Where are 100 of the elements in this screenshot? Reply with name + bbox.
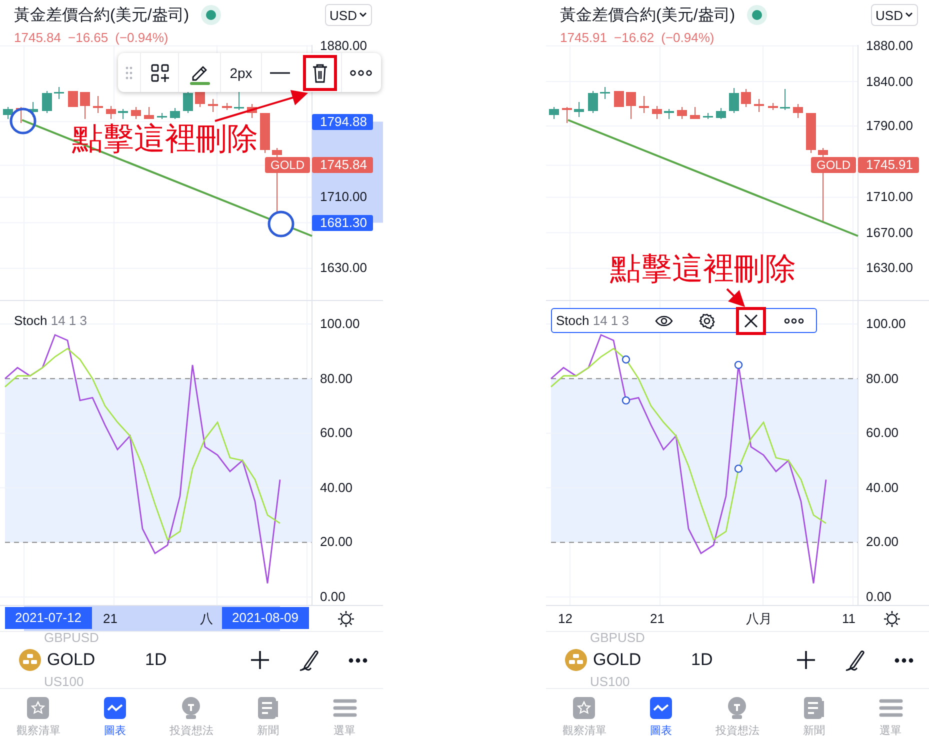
pen-icon[interactable]: [844, 648, 866, 672]
candlestick: [716, 108, 726, 120]
price-change-percent: (−0.94%): [661, 30, 714, 45]
nav-tab[interactable]: 圖表: [76, 689, 154, 740]
annotation-arrow: [726, 288, 745, 307]
price-label: 1681.30: [312, 214, 373, 231]
symbol-name[interactable]: GOLD: [47, 650, 145, 670]
axis-label: 20.00: [865, 534, 900, 550]
axis-label: 60.00: [865, 425, 900, 442]
nav-tab[interactable]: 觀察清單: [0, 689, 77, 740]
eye-icon: [655, 314, 674, 326]
candlestick: [677, 106, 687, 120]
candlestick: [793, 104, 803, 118]
indicator-name: Stoch 14 1 3: [14, 313, 88, 328]
nav-tab[interactable]: 選單: [306, 689, 383, 740]
sun-icon[interactable]: [883, 610, 901, 628]
interval-button[interactable]: 1D: [145, 650, 167, 670]
interval-button[interactable]: 1D: [691, 650, 713, 670]
price-change: −16.62: [614, 30, 654, 45]
indicator-name: Stoch 14 1 3: [555, 313, 630, 328]
candlestick: [260, 112, 270, 154]
candlestick: [118, 108, 128, 120]
line-handle[interactable]: [734, 464, 743, 473]
line-handle[interactable]: [622, 396, 630, 405]
caret-icon: [905, 12, 913, 18]
candlestick: [626, 92, 636, 120]
trend-line[interactable]: [10, 108, 312, 238]
nav-tab[interactable]: 觀察清單: [546, 689, 623, 740]
trend-line[interactable]: [568, 119, 858, 237]
axis-label: 40.00: [865, 480, 900, 496]
currency-dropdown[interactable]: USD: [324, 4, 372, 26]
candlestick: [222, 102, 232, 110]
more-icon[interactable]: [348, 658, 368, 663]
candlestick: [780, 88, 790, 110]
more-icon: [350, 70, 372, 76]
candlestick: [600, 86, 610, 100]
more-icon[interactable]: [894, 658, 914, 663]
axis-label: 40.00: [319, 480, 354, 496]
candlestick: [729, 88, 739, 114]
market-status-icon: [747, 5, 768, 25]
sun-icon[interactable]: [337, 610, 355, 628]
time-label: 21: [650, 611, 664, 627]
axis-label: 0.00: [319, 589, 346, 605]
chart-icon: [648, 696, 673, 720]
line-handle[interactable]: [622, 355, 630, 364]
candlestick: [588, 90, 598, 114]
settings-icon: [699, 312, 716, 328]
candlestick: [68, 90, 78, 108]
coin-icon: [565, 649, 587, 672]
symbol-name[interactable]: GOLD: [593, 650, 691, 670]
coin-icon: [19, 649, 41, 672]
price-label: 1630.00: [319, 260, 368, 276]
candlestick: [80, 92, 90, 120]
candlestick: [703, 112, 713, 120]
delete-button[interactable]: [302, 54, 337, 90]
candlestick: [806, 112, 816, 154]
axis-label: 20.00: [319, 534, 354, 550]
candlestick: [247, 104, 257, 118]
candlestick: [93, 96, 103, 114]
faded-symbol: US100: [589, 676, 631, 688]
axis-label: 100.00: [865, 316, 907, 332]
candlestick: [741, 88, 751, 108]
symbol-label: GOLD: [265, 157, 310, 174]
remove-button[interactable]: [736, 306, 766, 334]
price-label: 1790.00: [865, 118, 914, 134]
currency-dropdown[interactable]: USD: [870, 4, 918, 26]
nav-tab[interactable]: 選單: [852, 689, 929, 740]
nav-tab[interactable]: 新聞: [230, 689, 306, 740]
document-icon: [802, 696, 826, 720]
line-handle[interactable]: [734, 360, 743, 370]
caret-icon: [359, 12, 367, 18]
candlestick: [170, 108, 180, 120]
trash-icon: [312, 62, 328, 82]
candlestick: [131, 106, 141, 120]
instrument-title: 黃金差價合約(美元/盎司): [560, 6, 736, 26]
time-label: 八: [200, 611, 213, 627]
candlestick: [690, 106, 700, 120]
price-label: 1880.00: [319, 38, 368, 54]
faded-symbol: US100: [43, 676, 85, 688]
nav-tab[interactable]: 投資想法: [153, 689, 230, 740]
price-label: 1710.00: [319, 189, 368, 206]
grip-icon: [125, 66, 133, 80]
candlestick: [157, 112, 167, 120]
line-width-button[interactable]: 2px: [220, 53, 261, 92]
axis-label: 80.00: [865, 370, 900, 387]
price-label: 1630.00: [865, 260, 914, 276]
annotation-text: 點擊這裡刪除: [610, 251, 796, 287]
nav-tab[interactable]: 新聞: [776, 689, 852, 740]
add-icon[interactable]: [796, 650, 816, 670]
nav-tab[interactable]: 投資想法: [699, 689, 776, 740]
candlestick: [768, 102, 778, 110]
axis-label: 100.00: [319, 316, 361, 332]
axis-label: 0.00: [865, 589, 892, 605]
candlestick: [549, 106, 559, 120]
pen-icon[interactable]: [298, 648, 320, 672]
add-icon[interactable]: [250, 650, 270, 670]
time-label: 11: [842, 611, 856, 627]
nav-tab[interactable]: 圖表: [622, 689, 700, 740]
more-icon: [784, 318, 804, 324]
price-label: 1794.88: [312, 114, 373, 130]
